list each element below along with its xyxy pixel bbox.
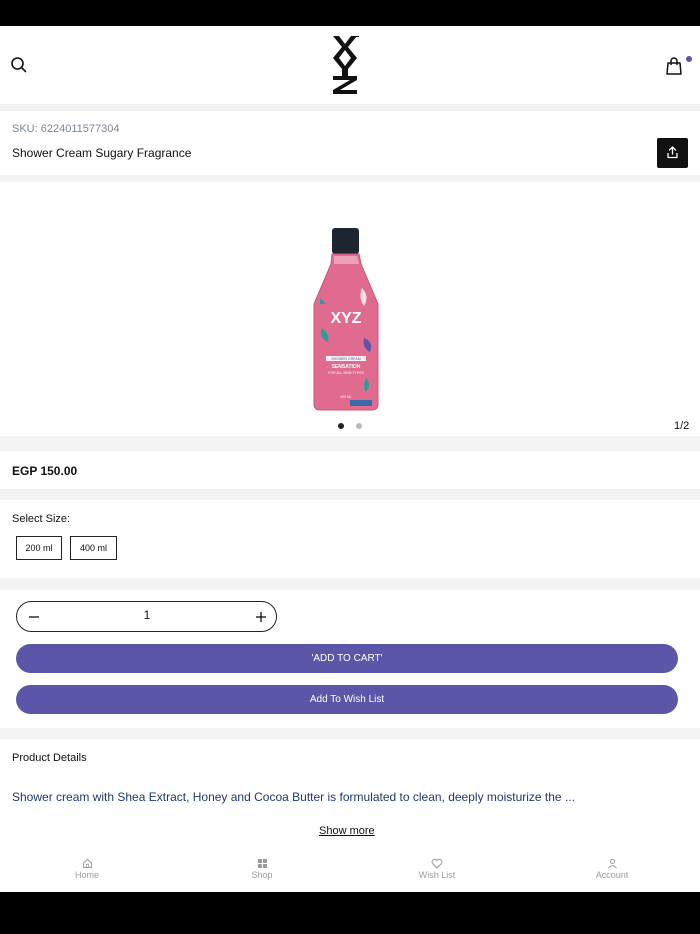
top-header <box>0 26 700 104</box>
minus-icon[interactable] <box>25 608 43 626</box>
quantity-value[interactable]: 1 <box>127 608 167 622</box>
user-icon <box>607 859 617 869</box>
cart-bag-icon[interactable] <box>664 56 684 76</box>
image-pager: 1/2 <box>674 420 690 432</box>
size-option-200ml[interactable]: 200 ml <box>16 536 62 560</box>
product-price: EGP 150.00 <box>12 464 78 478</box>
nav-item-wishlist[interactable]: Wish List <box>397 858 477 880</box>
carousel-dot-2[interactable] <box>356 423 362 429</box>
home-icon <box>82 858 92 868</box>
brand-logo[interactable] <box>330 34 360 96</box>
carousel-dots <box>338 423 362 429</box>
nav-item-account[interactable]: Account <box>572 858 652 880</box>
share-icon <box>667 146 678 159</box>
plus-icon[interactable] <box>252 608 270 626</box>
nav-label-wishlist: Wish List <box>418 870 456 880</box>
add-to-cart-button[interactable]: 'ADD TO CART' <box>16 644 678 673</box>
details-title: Product Details <box>12 752 87 764</box>
purchase-actions: 1 'ADD TO CART' Add To Wish List <box>0 590 700 728</box>
bottle-brand-text: XYZ <box>330 310 361 327</box>
price-section: EGP 150.00 <box>0 451 700 489</box>
product-image: XYZ SHOWER CREAM SENSATION FOR ALL SKIN … <box>313 228 379 411</box>
search-icon[interactable] <box>10 56 28 74</box>
product-image-carousel[interactable]: XYZ SHOWER CREAM SENSATION FOR ALL SKIN … <box>0 182 700 436</box>
share-button[interactable] <box>657 138 688 168</box>
size-option-400ml[interactable]: 400 ml <box>70 536 117 560</box>
cart-badge-dot <box>686 56 692 62</box>
product-title: Shower Cream Sugary Fragrance <box>12 146 192 160</box>
bottle-sub-text: FOR ALL SKIN TYPES <box>328 371 364 375</box>
add-to-wishlist-button[interactable]: Add To Wish List <box>16 685 678 714</box>
nav-label-home: Home <box>74 870 99 880</box>
product-header: SKU: 6224011577304 Shower Cream Sugary F… <box>0 111 700 175</box>
quantity-stepper: 1 <box>16 601 277 632</box>
app-screen: SKU: 6224011577304 Shower Cream Sugary F… <box>0 26 700 892</box>
nav-label-shop: Shop <box>251 870 273 880</box>
heart-icon <box>431 858 443 869</box>
nav-item-shop[interactable]: Shop <box>222 858 302 880</box>
size-label: Select Size: <box>12 513 71 525</box>
carousel-dot-1[interactable] <box>338 423 344 429</box>
nav-item-home[interactable]: Home <box>47 858 127 880</box>
size-section: Select Size: 200 ml 400 ml <box>0 500 700 578</box>
bottle-type-text: SHOWER CREAM <box>331 357 360 361</box>
product-sku: SKU: 6224011577304 <box>12 123 120 135</box>
nav-label-account: Account <box>595 870 629 880</box>
bottom-nav: Home Shop Wish List Account <box>0 854 700 892</box>
bottle-name-text: SENSATION <box>332 364 361 370</box>
grid-icon <box>257 859 267 868</box>
details-text: Shower cream with Shea Extract, Honey an… <box>12 790 575 804</box>
bottle-volume-text: 400 ML <box>340 395 352 399</box>
show-more-link[interactable]: Show more <box>319 825 375 837</box>
